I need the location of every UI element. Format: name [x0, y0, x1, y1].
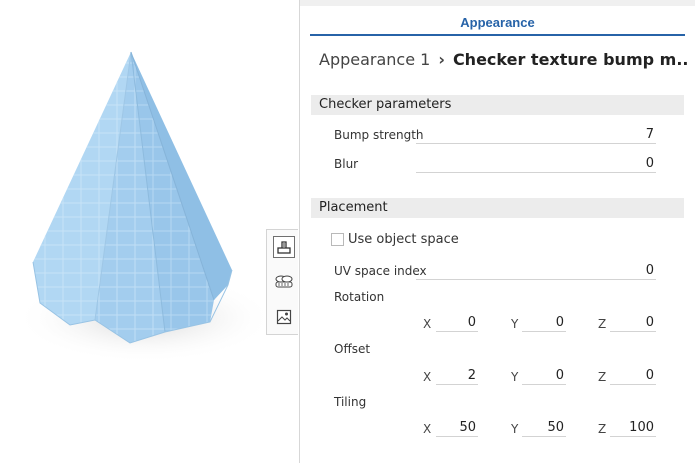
- tiling-z-label: Z: [598, 422, 607, 436]
- appearance-panel: Appearance Appearance 1 › Checker textur…: [299, 0, 695, 463]
- panel-tab-appearance[interactable]: Appearance: [310, 10, 685, 36]
- tiling-y-label: Y: [511, 422, 519, 436]
- bump-strength-label: Bump strength: [334, 128, 424, 142]
- breadcrumb: Appearance 1 › Checker texture bump m...: [314, 46, 689, 72]
- pyramid-model[interactable]: [0, 0, 266, 463]
- rotation-label: Rotation: [334, 290, 385, 304]
- offset-y-input[interactable]: [522, 367, 566, 385]
- tiling-label: Tiling: [334, 395, 367, 409]
- offset-z-label: Z: [598, 370, 607, 384]
- offset-z-input[interactable]: [610, 367, 656, 385]
- panel-top-edge: [300, 0, 695, 6]
- viewport[interactable]: [0, 0, 266, 463]
- blur-input[interactable]: [416, 155, 656, 173]
- appearance-panel-button[interactable]: [273, 236, 295, 258]
- bump-strength-input[interactable]: [416, 126, 656, 144]
- texture-stack-button[interactable]: [273, 271, 295, 293]
- breadcrumb-current: Checker texture bump m...: [452, 49, 689, 69]
- tiling-x-input[interactable]: [436, 419, 478, 437]
- blur-label: Blur: [334, 157, 359, 171]
- use-object-space-checkbox[interactable]: [331, 233, 344, 246]
- rotation-x-label: X: [423, 317, 432, 331]
- offset-label: Offset: [334, 342, 371, 356]
- panel-toolbar: [266, 229, 298, 335]
- offset-y-label: Y: [511, 370, 519, 384]
- image-texture-icon: [276, 309, 292, 325]
- breadcrumb-separator: ›: [438, 49, 445, 69]
- tiling-x-label: X: [423, 422, 432, 436]
- rotation-z-label: Z: [598, 317, 607, 331]
- rotation-y-label: Y: [511, 317, 519, 331]
- use-object-space-label: Use object space: [348, 232, 459, 247]
- section-placement[interactable]: Placement: [311, 198, 684, 218]
- texture-stack-icon: [275, 275, 293, 288]
- tiling-z-input[interactable]: [610, 419, 656, 437]
- rotation-x-input[interactable]: [436, 314, 478, 332]
- image-texture-button[interactable]: [273, 306, 295, 328]
- tiling-y-input[interactable]: [522, 419, 566, 437]
- uv-space-index-input[interactable]: [416, 262, 656, 280]
- breadcrumb-parent-link[interactable]: Appearance 1: [319, 50, 430, 69]
- rotation-z-input[interactable]: [610, 314, 656, 332]
- appearance-panel-icon: [277, 241, 291, 254]
- offset-x-label: X: [423, 370, 432, 384]
- section-checker-parameters[interactable]: Checker parameters: [311, 95, 684, 115]
- panel-title: Appearance: [460, 15, 535, 30]
- uv-space-index-label: UV space index: [334, 264, 427, 278]
- rotation-y-input[interactable]: [522, 314, 566, 332]
- offset-x-input[interactable]: [436, 367, 478, 385]
